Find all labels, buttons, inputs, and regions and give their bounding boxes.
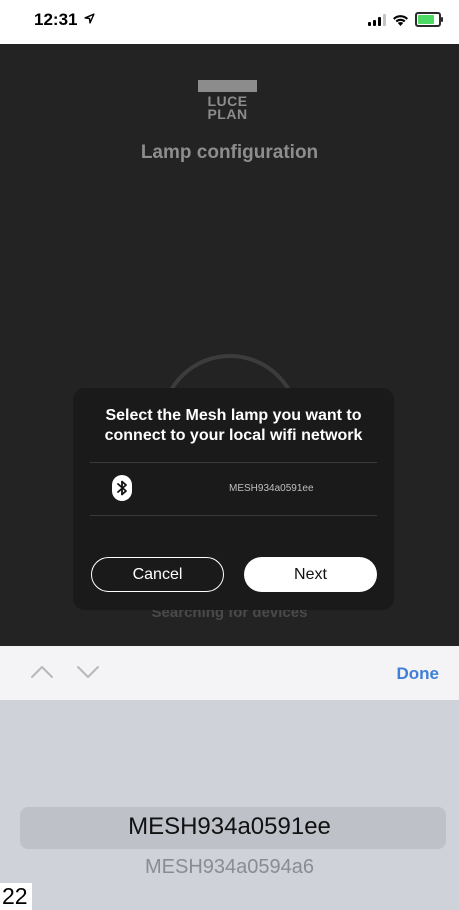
divider: [90, 515, 377, 516]
device-name: MESH934a0591ee: [229, 483, 314, 494]
picker-selected-option[interactable]: MESH934a0591ee: [0, 813, 459, 841]
dialog-title-line1: Select the Mesh lamp you want to: [105, 407, 362, 424]
keyboard-accessory-bar: Done: [0, 646, 459, 700]
status-time: 12:31: [34, 10, 95, 30]
location-arrow-icon: [84, 13, 95, 24]
next-button[interactable]: Next: [244, 557, 377, 592]
app-screen: LUCE PLAN Lamp configuration Searching f…: [0, 44, 459, 646]
dialog-title: Select the Mesh lamp you want to connect…: [73, 406, 394, 446]
chevron-up-icon[interactable]: [30, 664, 54, 680]
bluetooth-icon: [112, 475, 132, 501]
wifi-icon: [393, 14, 408, 26]
logo-text-line2: PLAN: [207, 106, 248, 122]
cancel-button[interactable]: Cancel: [91, 557, 224, 592]
dialog-title-line2: connect to your local wifi network: [104, 427, 363, 444]
page-number: 22: [0, 883, 32, 910]
picker-option[interactable]: MESH934a0594a6: [0, 856, 459, 879]
chevron-down-icon[interactable]: [76, 664, 100, 680]
device-picker[interactable]: MESH934a0591ee MESH934a0594a6: [0, 700, 459, 910]
device-list-item[interactable]: MESH934a0591ee: [90, 463, 377, 515]
battery-icon: [415, 12, 443, 27]
clock-text: 12:31: [34, 10, 78, 29]
done-button[interactable]: Done: [397, 664, 440, 684]
cellular-signal-icon: [368, 13, 386, 26]
status-bar: 12:31: [0, 0, 459, 44]
page-title: Lamp configuration: [140, 142, 319, 163]
luceplan-logo: LUCE PLAN: [198, 80, 257, 121]
status-icons: [368, 12, 443, 27]
select-lamp-dialog: Select the Mesh lamp you want to connect…: [73, 388, 394, 610]
